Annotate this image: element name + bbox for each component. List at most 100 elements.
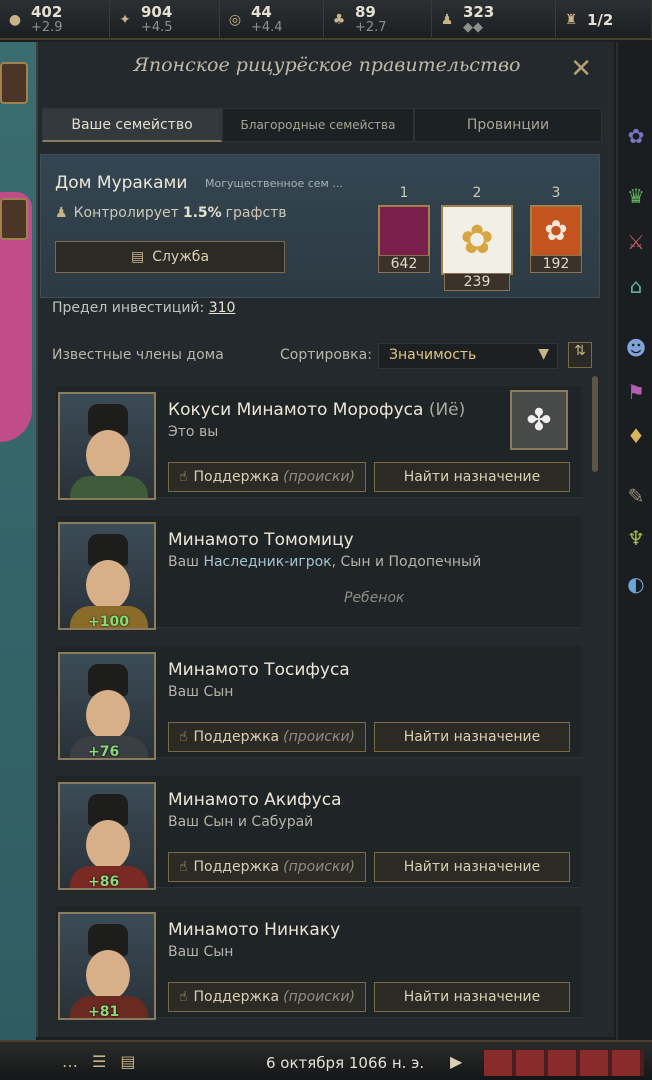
character-icon[interactable]	[0, 62, 28, 104]
play-icon[interactable]: ▶	[450, 1052, 462, 1071]
quill-icon[interactable]: ✎	[622, 482, 650, 510]
courtiers-icon[interactable]: ☻	[622, 334, 650, 362]
religion-icon[interactable]: ♦	[622, 422, 650, 450]
find-assignment-button[interactable]: Найти назначение	[374, 982, 570, 1012]
scrollbar[interactable]	[592, 376, 598, 472]
member-name-text: Минамото Акифуса	[168, 790, 342, 810]
find-assignment-button[interactable]: Найти назначение	[374, 722, 570, 752]
support-button[interactable]: ☝ Поддержка (происки)	[168, 852, 366, 882]
speed-bar[interactable]	[484, 1050, 644, 1076]
member-card[interactable]: +86 Минамото Акифуса Ваш Сын и Сабурай ☝ П…	[56, 776, 581, 890]
member-name-text: Минамото Томомицу	[168, 530, 354, 550]
resource-delta: ◆◆	[463, 20, 483, 35]
support-label: Поддержка	[193, 859, 280, 875]
portrait[interactable]	[58, 392, 156, 500]
member-relation: Ваш Сын	[168, 944, 233, 960]
sort-label: Сортировка:	[280, 347, 372, 363]
portrait[interactable]: +86	[58, 782, 156, 890]
member-card[interactable]: +76 Минамото Тосифуса Ваш Сын ☝ Поддержка(…	[56, 646, 581, 760]
support-button[interactable]: ☝ Поддержка (происки)	[168, 462, 366, 492]
sort-order-icon[interactable]: ⇅	[568, 342, 592, 368]
resource-4[interactable]: ♟ 323 ◆◆	[432, 0, 556, 40]
resource-5[interactable]: ♜ 1/2	[556, 0, 652, 40]
members-heading: Известные члены дома	[52, 347, 224, 363]
close-icon[interactable]: ✕	[570, 54, 592, 84]
member-name[interactable]: Минамото Томомицу	[168, 530, 354, 550]
member-card[interactable]: Кокуси Минамото Морофуса (Иё) Это вы ☝ Под…	[56, 386, 581, 500]
menu-icons[interactable]: …☰▤	[62, 1052, 149, 1071]
support-hint: (происки)	[283, 859, 356, 875]
support-icon: ☝	[178, 989, 188, 1005]
member-name-text: Минамото Нинкаку	[168, 920, 341, 940]
resource-3[interactable]: ♣ 89 +2.7	[324, 0, 432, 40]
member-card[interactable]: +100 Минамото Томомицу Ваш Наследник-игро…	[56, 516, 581, 630]
council-icon[interactable]: ⌂	[622, 272, 650, 300]
portrait[interactable]: +76	[58, 652, 156, 760]
personal-coa-icon[interactable]: ✤	[510, 390, 568, 450]
support-button[interactable]: ☝ Поддержка (происки)	[168, 722, 366, 752]
tab-your-family[interactable]: Ваше семейство	[42, 108, 222, 142]
rank-count: 192	[530, 255, 582, 273]
rank-banner-2[interactable]: 2 ✿ 239	[439, 185, 515, 291]
chevron-down-icon: ▼	[538, 346, 549, 362]
relation-highlight[interactable]: Наследник-игрок	[203, 554, 331, 570]
soldiers-icon: ♟	[440, 12, 454, 28]
prestige-icon: ✦	[119, 12, 131, 28]
support-icon: ☝	[178, 469, 188, 485]
member-name-text: Минамото Тосифуса	[168, 660, 350, 680]
map-edge[interactable]	[0, 42, 36, 1042]
find-assignment-button[interactable]: Найти назначение	[374, 462, 570, 492]
relation-text: Это вы	[168, 424, 219, 440]
rank-number: 3	[551, 185, 561, 201]
service-button[interactable]: ▤ Служба	[55, 241, 285, 273]
assign-label: Найти назначение	[403, 859, 541, 875]
rank-count: 642	[378, 255, 430, 273]
intrigue-icon[interactable]: ⚑	[622, 378, 650, 406]
clothing	[70, 476, 148, 498]
opinion-score: +81	[88, 1004, 120, 1020]
house-coa-icon: ✿	[441, 205, 513, 275]
rank-banner-1[interactable]: 1 642	[375, 185, 433, 273]
rank-number: 2	[472, 185, 482, 201]
find-assignment-button[interactable]: Найти назначение	[374, 852, 570, 882]
control-value: 1.5%	[182, 205, 222, 221]
member-relation: Ваш Сын	[168, 684, 233, 700]
dynasty-tree-icon: ♣	[332, 12, 346, 28]
faction-icon[interactable]	[0, 198, 28, 240]
portrait[interactable]: +81	[58, 912, 156, 1020]
member-name[interactable]: Минамото Нинкаку	[168, 920, 340, 940]
assign-label: Найти назначение	[403, 989, 541, 1005]
tab-provinces[interactable]: Провинции	[414, 108, 602, 142]
rank-banner-3[interactable]: 3 ✿ 192	[527, 185, 585, 273]
investment-value[interactable]: 310	[209, 300, 236, 316]
activities-icon[interactable]: ◐	[622, 570, 650, 598]
support-hint: (происки)	[283, 469, 356, 485]
member-relation: Ваш Наследник-игрок, Сын и Подопечный	[168, 554, 481, 570]
realm-icon[interactable]: ✿	[622, 122, 650, 150]
face	[86, 690, 130, 740]
sort-dropdown[interactable]: Значимость ▼	[378, 343, 558, 369]
member-name[interactable]: Минамото Тосифуса	[168, 660, 350, 680]
crown-icon[interactable]: ♛	[622, 182, 650, 210]
member-name[interactable]: Кокуси Минамото Морофуса (Иё)	[168, 400, 465, 420]
service-label: Служба	[152, 249, 210, 265]
member-name-text: Кокуси Минамото Морофуса	[168, 400, 424, 420]
lifestyle-icon[interactable]: ♆	[622, 524, 650, 552]
member-name[interactable]: Минамото Акифуса	[168, 790, 342, 810]
military-icon[interactable]: ⚔	[622, 228, 650, 256]
face	[86, 950, 130, 1000]
opinion-score: +76	[88, 744, 120, 760]
resource-value: 44	[251, 3, 272, 21]
portrait[interactable]: +100	[58, 522, 156, 630]
member-card[interactable]: +81 Минамото Нинкаку Ваш Сын ☝ Поддержка (п…	[56, 906, 581, 1020]
control-icon: ♟	[55, 205, 68, 221]
rank-number: 1	[399, 185, 409, 201]
house-description[interactable]: Могущественное сем ...	[205, 177, 343, 190]
game-date: 6 октября 1066 н. э.	[266, 1054, 425, 1072]
resource-0[interactable]: ● 402 +2.9	[0, 0, 110, 40]
resource-value: 323	[463, 3, 495, 21]
resource-2[interactable]: ◎ 44 +4.4	[220, 0, 324, 40]
resource-1[interactable]: ✦ 904 +4.5	[110, 0, 220, 40]
support-button[interactable]: ☝ Поддержка (происки)	[168, 982, 366, 1012]
tab-noble-families[interactable]: Благородные семейства	[222, 108, 414, 142]
